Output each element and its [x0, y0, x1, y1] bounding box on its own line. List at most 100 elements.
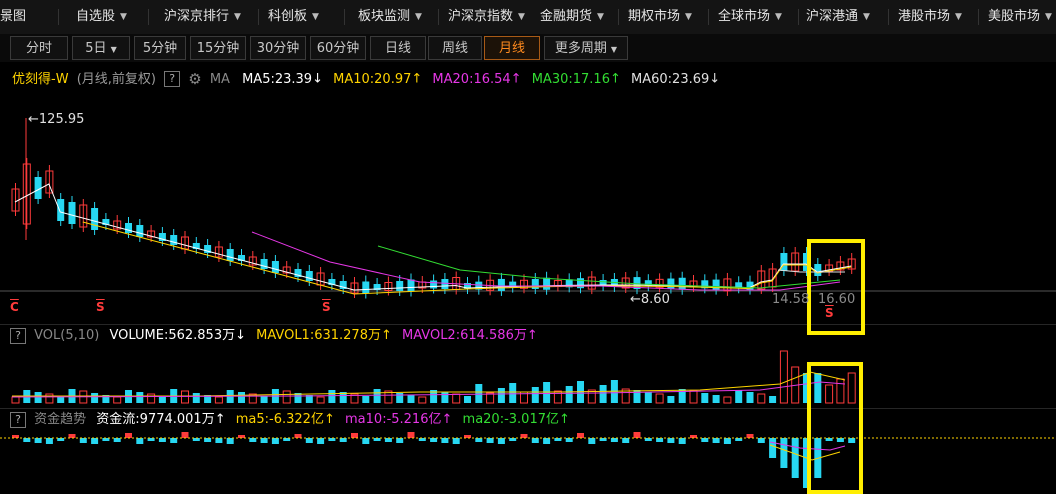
fund-flow-bar	[452, 438, 460, 444]
fund-flow-bar	[407, 432, 415, 438]
fund-flow-bar	[836, 438, 844, 442]
fund-flow-bar	[136, 438, 144, 444]
volume-bar	[91, 393, 99, 403]
fund-flow-bar	[678, 438, 686, 444]
fund-flow-bar	[181, 432, 189, 438]
volume-bar	[238, 392, 245, 403]
candle-body	[678, 277, 686, 290]
volume-bar	[181, 390, 189, 404]
signal-marker: S	[322, 300, 331, 314]
fund-flow-bar	[260, 438, 268, 443]
candle-body	[226, 249, 234, 261]
volume-bar	[689, 390, 698, 404]
volume-bar	[362, 396, 370, 403]
volume-bar	[509, 383, 517, 403]
fund-flow-bar	[723, 438, 731, 444]
candle-body	[396, 281, 404, 291]
volume-bar	[655, 393, 664, 404]
volume-bar	[757, 393, 766, 404]
fund-flow-bar	[430, 438, 438, 442]
volume-bar	[847, 372, 856, 404]
volume-bar	[746, 392, 754, 403]
fund-flow-bar	[746, 434, 754, 438]
fund-flow-bar	[441, 438, 449, 443]
candle-body	[814, 264, 822, 276]
candle-body	[91, 208, 99, 230]
candle-body	[136, 225, 144, 237]
volume-bar	[34, 392, 42, 403]
fund-flow-bar	[486, 438, 494, 443]
candle-body	[497, 278, 505, 291]
volume-bar	[113, 396, 122, 404]
volume-bar	[825, 384, 834, 404]
price-range-right: 16.60	[818, 292, 856, 307]
candle-body	[170, 235, 178, 245]
fund-flow-bar	[91, 438, 99, 444]
candle-body	[68, 202, 76, 224]
fund-flow-bar	[475, 438, 483, 442]
candle-body	[125, 223, 132, 233]
fund-flow-bar	[701, 438, 709, 442]
fund-flow-bar	[757, 438, 765, 443]
fund-flow-bar	[249, 438, 257, 442]
highlight-box	[807, 239, 865, 335]
fund-flow-bar	[396, 438, 404, 443]
fund-flow-bar	[339, 438, 347, 442]
fund-flow-bar	[656, 438, 664, 442]
fund-flow-bar	[610, 438, 618, 442]
fund-flow-bar	[113, 438, 121, 442]
signal-marker: S	[96, 300, 105, 314]
volume-bar	[214, 396, 223, 404]
fund-flow-bar	[848, 438, 856, 443]
fund-flow-bar	[633, 432, 641, 438]
candle-body	[260, 259, 268, 269]
fund-flow-bar	[226, 438, 234, 444]
volume-bar	[836, 378, 845, 404]
volume-bar	[712, 395, 720, 403]
fund-flow-bar	[780, 438, 788, 468]
candle-body	[57, 199, 65, 221]
volume-bar	[769, 396, 777, 403]
volume-bar	[735, 390, 743, 403]
volume-bar	[464, 396, 471, 403]
fund-flow-bar	[170, 438, 178, 443]
volume-bar	[452, 393, 461, 404]
price-range-left: 14.58	[772, 292, 810, 307]
fund-flow-bar	[531, 438, 539, 443]
fund-flow-bar	[23, 438, 31, 442]
volume-bar	[701, 393, 709, 403]
fund-flow-bar	[158, 438, 166, 442]
volume-bar	[531, 387, 539, 403]
fund-flow-bar	[305, 438, 313, 443]
volume-bar	[407, 395, 415, 403]
candle-body	[441, 279, 449, 289]
fund-flow-bar	[45, 438, 53, 444]
fund-flow-bar	[68, 434, 76, 438]
volume-bar	[260, 396, 268, 403]
fund-flow-bar	[667, 438, 675, 443]
volume-bar	[599, 385, 607, 403]
fund-flow-bar	[215, 438, 223, 443]
candle-body	[305, 271, 313, 281]
volume-bar	[418, 396, 427, 404]
fund-flow-bar	[769, 438, 777, 458]
fund-flow-bar	[79, 438, 87, 443]
volume-bar	[282, 390, 291, 404]
fund-flow-bar	[294, 434, 302, 438]
volume-bar	[475, 384, 483, 403]
volume-bar	[45, 393, 54, 404]
volume-bar	[11, 396, 20, 404]
volume-bar	[497, 388, 505, 403]
volume-bar	[553, 390, 562, 404]
volume-bar	[328, 390, 336, 403]
fund-flow-bar	[520, 434, 528, 438]
volume-bar	[158, 396, 166, 403]
fund-flow-bar	[384, 438, 392, 442]
fund-flow-bar	[125, 433, 132, 438]
fund-flow-bar	[712, 438, 720, 443]
kline-chart[interactable]	[0, 0, 1056, 494]
fund-flow-bar	[351, 433, 358, 438]
candle-body	[430, 280, 438, 289]
high-price-annotation: ←125.95	[28, 112, 85, 127]
fund-flow-bar	[34, 438, 42, 443]
